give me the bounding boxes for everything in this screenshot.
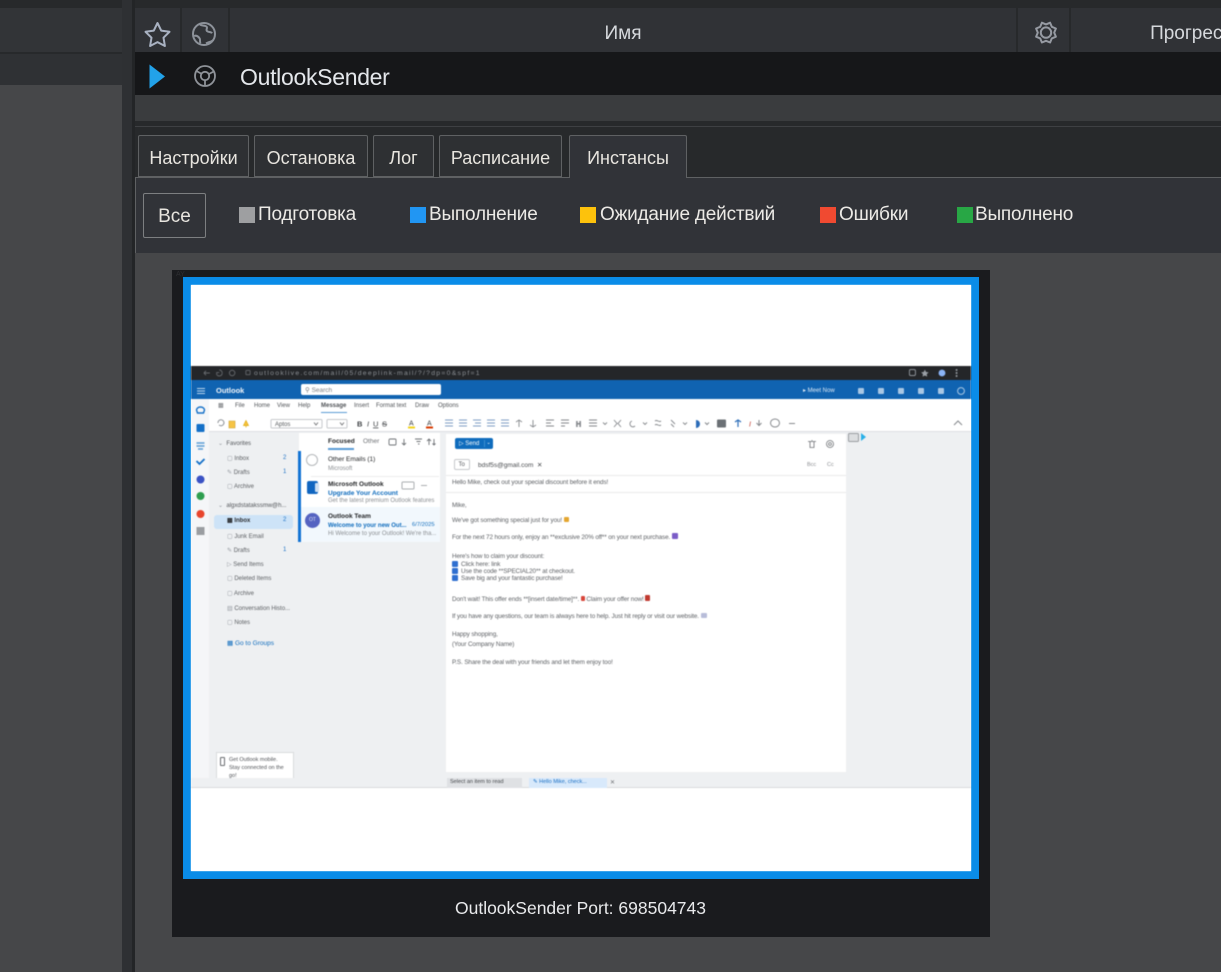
- svg-text:U: U: [373, 420, 378, 429]
- svg-text:A: A: [409, 421, 414, 428]
- svg-text:B: B: [357, 420, 363, 429]
- svg-text:S: S: [382, 420, 387, 429]
- svg-text:I: I: [749, 422, 751, 429]
- svg-text:I: I: [367, 420, 369, 429]
- svg-text:H: H: [576, 422, 581, 429]
- svg-text:A: A: [427, 421, 432, 428]
- svg-text:Aptos: Aptos: [275, 422, 290, 428]
